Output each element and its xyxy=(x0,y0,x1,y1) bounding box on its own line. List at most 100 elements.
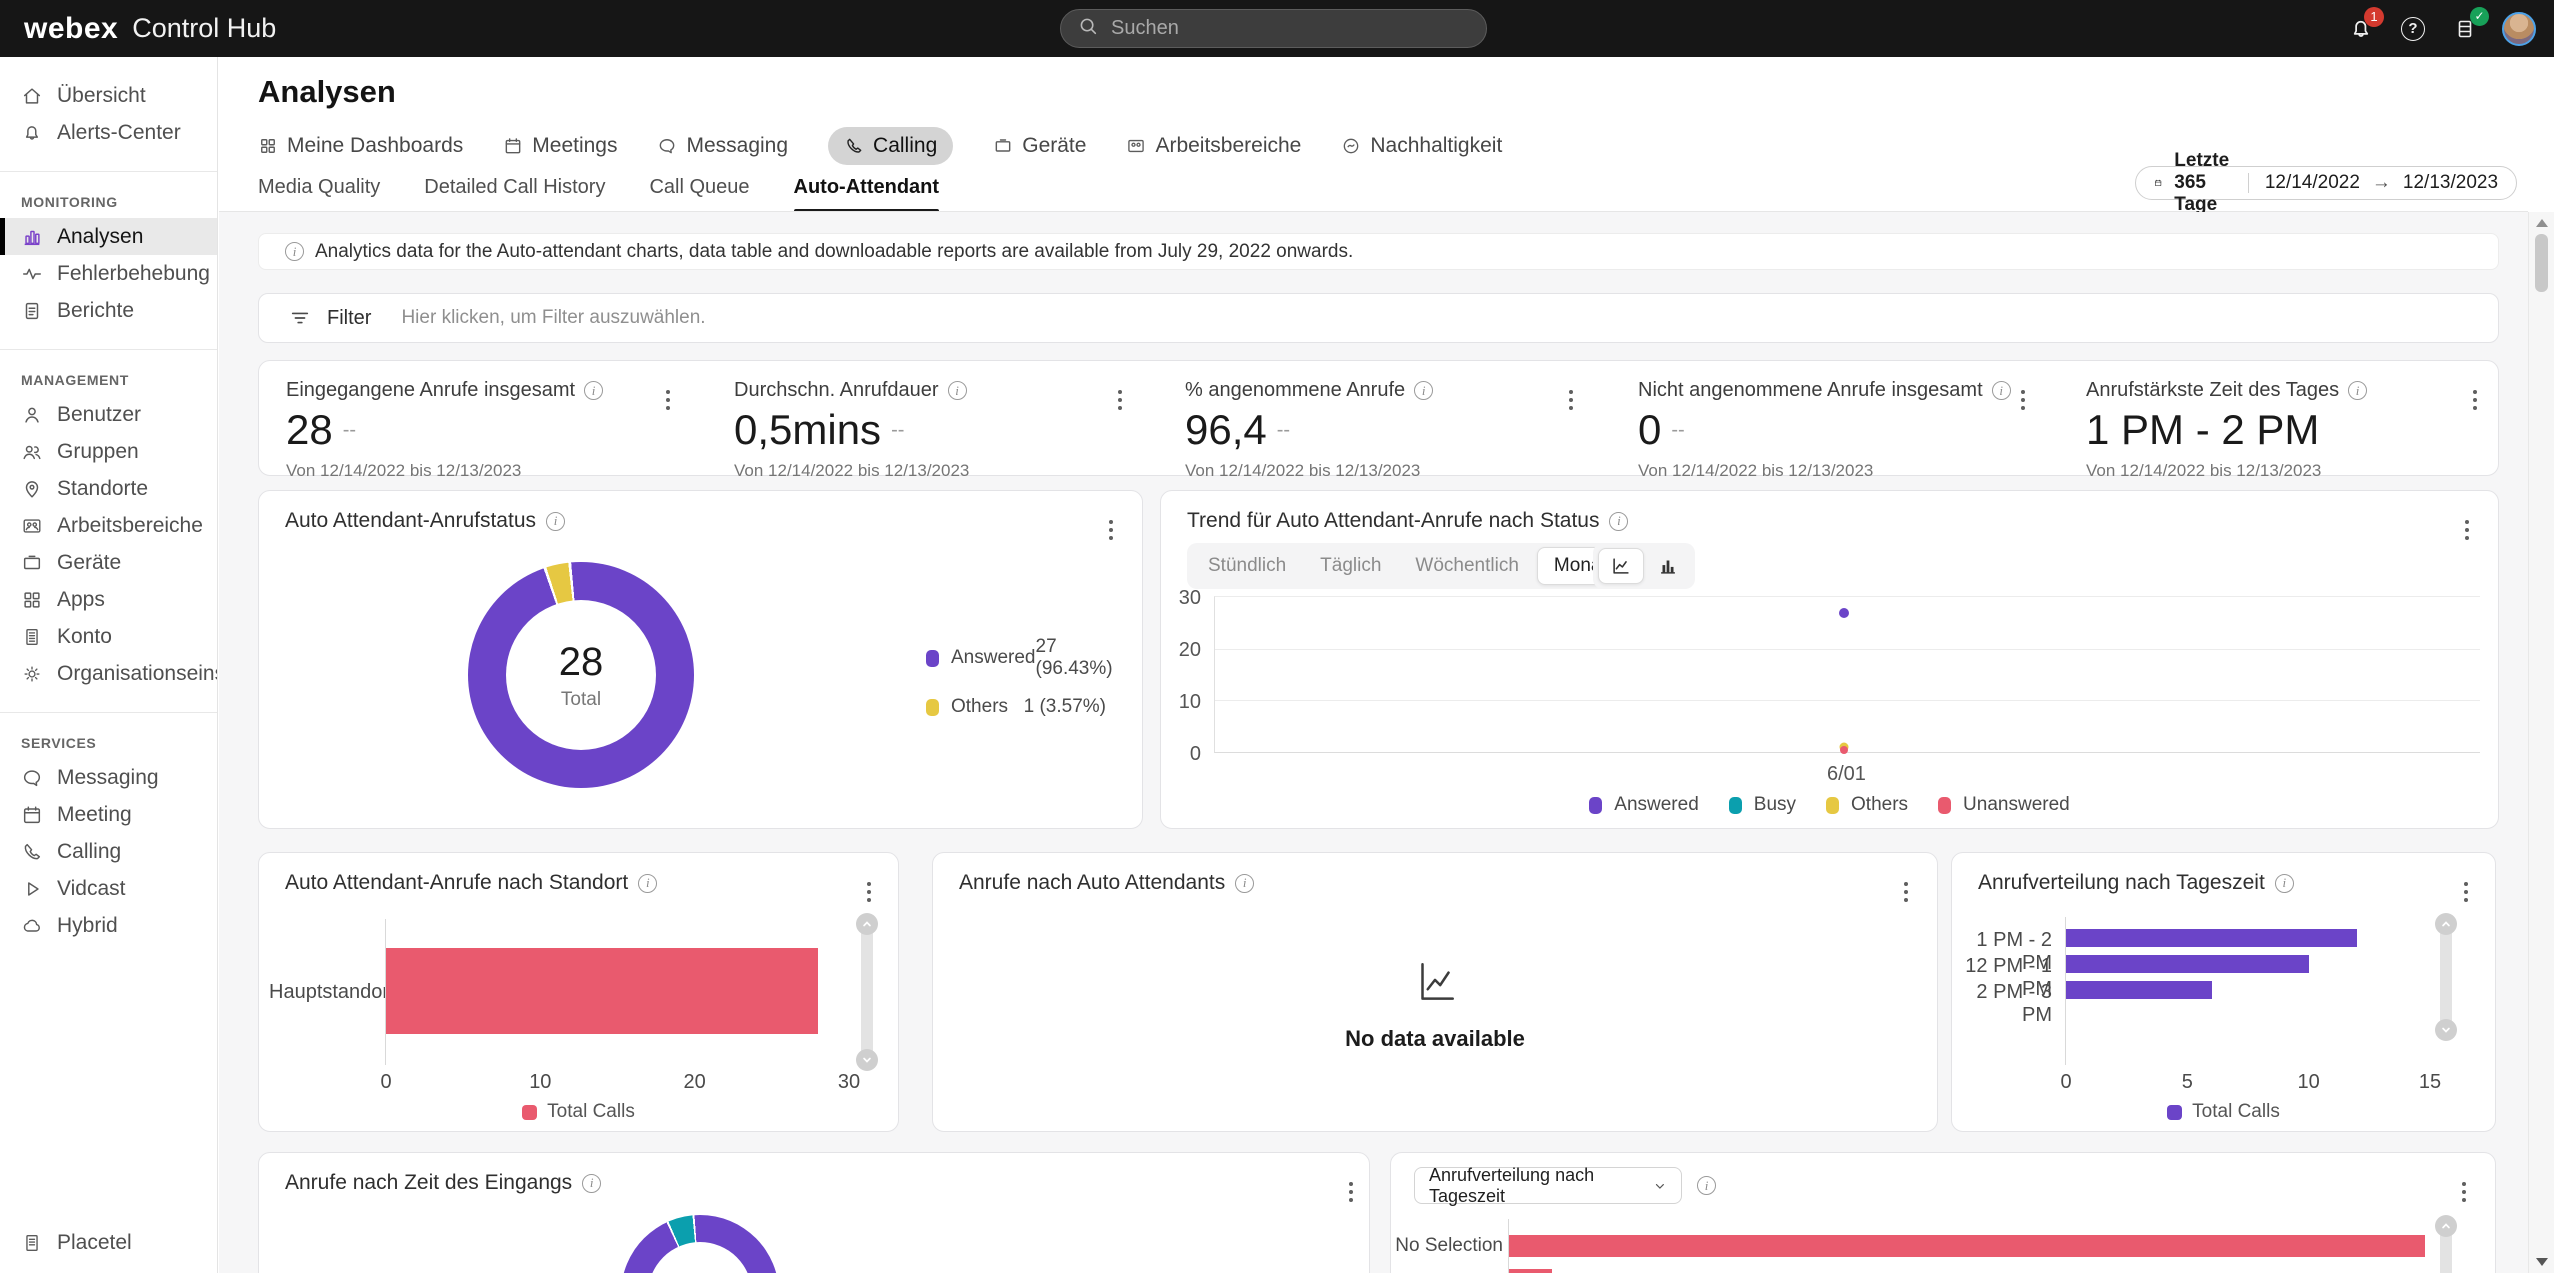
filter-bar[interactable]: Filter Hier klicken, um Filter auszuwähl… xyxy=(258,293,2499,343)
kebab-menu[interactable] xyxy=(1107,387,1133,413)
kebab-menu[interactable] xyxy=(655,387,681,413)
kebab-menu[interactable] xyxy=(2453,879,2479,905)
toggle-taeglich[interactable]: Täglich xyxy=(1304,548,1397,584)
chart-selector-dropdown[interactable]: Anrufverteilung nach Tageszeit xyxy=(1414,1167,1682,1204)
scroll-down-icon[interactable] xyxy=(2435,1019,2457,1041)
category-label: No Selection xyxy=(1395,1235,1503,1257)
tab-messaging[interactable]: Messaging xyxy=(657,127,788,165)
system-status-button[interactable] xyxy=(2450,14,2480,44)
trend-data-point[interactable] xyxy=(1839,608,1849,618)
tab-arbeitsbereiche[interactable]: Arbeitsbereiche xyxy=(1126,127,1301,165)
sidebar-item-geraete[interactable]: Geräte xyxy=(0,544,217,581)
sidebar-item-fehlerbehebung[interactable]: Fehlerbehebung xyxy=(0,255,217,292)
search-input[interactable] xyxy=(1111,17,1451,40)
toggle-woechentlich[interactable]: Wöchentlich xyxy=(1399,548,1535,584)
kebab-menu[interactable] xyxy=(2010,387,2036,413)
category-label: 2 PM - 3 PM xyxy=(1952,981,2052,1027)
date-range-picker[interactable]: Letzte 365 Tage 12/14/2022 → 12/13/2023 xyxy=(2135,166,2517,200)
standort-plot[interactable] xyxy=(386,919,849,1065)
help-button[interactable] xyxy=(2398,14,2428,44)
inner-scrollbar[interactable] xyxy=(2438,917,2454,1037)
avatar[interactable] xyxy=(2502,12,2536,46)
date-end[interactable]: 12/13/2023 xyxy=(2403,172,2498,194)
trend-data-point[interactable] xyxy=(1840,746,1848,754)
tab-meetings[interactable]: Meetings xyxy=(503,127,617,165)
standort-bar[interactable] xyxy=(386,948,818,1034)
y-tick: 30 xyxy=(1161,587,1201,610)
card-anrufstatus: Auto Attendant-Anrufstatus 28 Total Answ… xyxy=(258,490,1143,829)
sidebar-item-uebersicht[interactable]: Übersicht xyxy=(0,77,217,114)
tageszeit-bar[interactable] xyxy=(2066,929,2357,947)
eingangs-donut-chart[interactable] xyxy=(621,1215,779,1273)
legend-answered[interactable]: Answered xyxy=(1589,794,1699,816)
scroll-up-icon[interactable] xyxy=(2435,913,2457,935)
verteilung-bar[interactable] xyxy=(1509,1235,2425,1257)
verteilung-bar[interactable] xyxy=(1509,1269,1552,1273)
toggle-stuendlich[interactable]: Stündlich xyxy=(1192,548,1302,584)
kebab-menu[interactable] xyxy=(856,879,882,905)
subtab-detailed-call-history[interactable]: Detailed Call History xyxy=(424,176,605,213)
kpi-busiest-hour: Anrufstärkste Zeit des Tages 1 PM - 2 PM… xyxy=(2086,379,2446,481)
trend-plot[interactable] xyxy=(1214,596,2480,753)
sidebar-item-arbeitsbereiche[interactable]: Arbeitsbereiche xyxy=(0,507,217,544)
scroll-down-icon[interactable] xyxy=(856,1049,878,1071)
inner-scrollbar[interactable] xyxy=(859,917,875,1067)
sidebar-item-gruppen[interactable]: Gruppen xyxy=(0,433,217,470)
card-standort: Auto Attendant-Anrufe nach Standort Haup… xyxy=(258,852,899,1132)
kebab-menu[interactable] xyxy=(2454,517,2480,543)
subtab-call-queue[interactable]: Call Queue xyxy=(649,176,749,213)
scroll-up-icon[interactable] xyxy=(2536,219,2548,227)
tab-nachhaltigkeit[interactable]: Nachhaltigkeit xyxy=(1341,127,1502,165)
legend-unanswered[interactable]: Unanswered xyxy=(1938,794,2070,816)
legend-others[interactable]: Others xyxy=(1826,794,1908,816)
sidebar-item-analysen[interactable]: Analysen xyxy=(0,218,217,255)
sidebar-item-konto[interactable]: Konto xyxy=(0,618,217,655)
kebab-menu[interactable] xyxy=(1558,387,1584,413)
sidebar-item-apps[interactable]: Apps xyxy=(0,581,217,618)
subtab-media-quality[interactable]: Media Quality xyxy=(258,176,380,213)
global-search[interactable] xyxy=(1060,9,1487,48)
sidebar-item-meeting[interactable]: Meeting xyxy=(0,796,217,833)
scroll-up-icon[interactable] xyxy=(2435,1215,2457,1237)
scrollbar-thumb[interactable] xyxy=(2535,234,2548,292)
kebab-menu[interactable] xyxy=(1338,1179,1364,1205)
kebab-menu[interactable] xyxy=(2462,387,2488,413)
date-start[interactable]: 12/14/2022 xyxy=(2265,172,2360,194)
location-pin-icon xyxy=(21,478,43,500)
sidebar-item-placetel[interactable]: Placetel xyxy=(0,1224,217,1261)
sidebar-item-organisationseinstellungen[interactable]: Organisationseinstellun... xyxy=(0,655,217,692)
subtab-auto-attendant[interactable]: Auto-Attendant xyxy=(794,176,940,213)
tageszeit-plot[interactable] xyxy=(2066,917,2430,1065)
sidebar-item-calling[interactable]: Calling xyxy=(0,833,217,870)
verteilung-plot[interactable] xyxy=(1509,1219,2494,1273)
legend-answered[interactable]: Answered 27 (96.43%) xyxy=(926,636,1106,680)
sidebar-item-berichte[interactable]: Berichte xyxy=(0,292,217,329)
kebab-menu[interactable] xyxy=(2451,1179,2477,1205)
scroll-down-icon[interactable] xyxy=(2536,1258,2548,1266)
sidebar-item-standorte[interactable]: Standorte xyxy=(0,470,217,507)
filter-placeholder: Hier klicken, um Filter auszuwählen. xyxy=(401,307,705,329)
legend-busy[interactable]: Busy xyxy=(1729,794,1796,816)
kebab-menu[interactable] xyxy=(1893,879,1919,905)
tageszeit-bar[interactable] xyxy=(2066,981,2212,999)
inner-scrollbar[interactable] xyxy=(2438,1219,2454,1273)
logo-webex: webex xyxy=(24,12,118,46)
bar-chart-toggle[interactable] xyxy=(1646,549,1690,583)
tab-meine-dashboards[interactable]: Meine Dashboards xyxy=(258,127,463,165)
tab-calling[interactable]: Calling xyxy=(828,127,953,165)
sidebar-item-vidcast[interactable]: Vidcast xyxy=(0,870,217,907)
tageszeit-bar[interactable] xyxy=(2066,955,2309,973)
trend-legend: Answered Busy Others Unanswered xyxy=(1161,794,2498,816)
scroll-up-icon[interactable] xyxy=(856,913,878,935)
legend-others[interactable]: Others 1 (3.57%) xyxy=(926,696,1106,718)
page-scrollbar[interactable] xyxy=(2528,212,2554,1273)
line-chart-toggle[interactable] xyxy=(1598,548,1644,584)
tab-geraete[interactable]: Geräte xyxy=(993,127,1086,165)
notifications-button[interactable]: 1 xyxy=(2346,14,2376,44)
kebab-menu[interactable] xyxy=(1098,517,1124,543)
status-donut-chart[interactable]: 28 Total xyxy=(468,562,694,788)
sidebar-item-hybrid[interactable]: Hybrid xyxy=(0,907,217,944)
sidebar-item-messaging[interactable]: Messaging xyxy=(0,759,217,796)
sidebar-item-benutzer[interactable]: Benutzer xyxy=(0,396,217,433)
sidebar-item-alerts-center[interactable]: Alerts-Center xyxy=(0,114,217,151)
